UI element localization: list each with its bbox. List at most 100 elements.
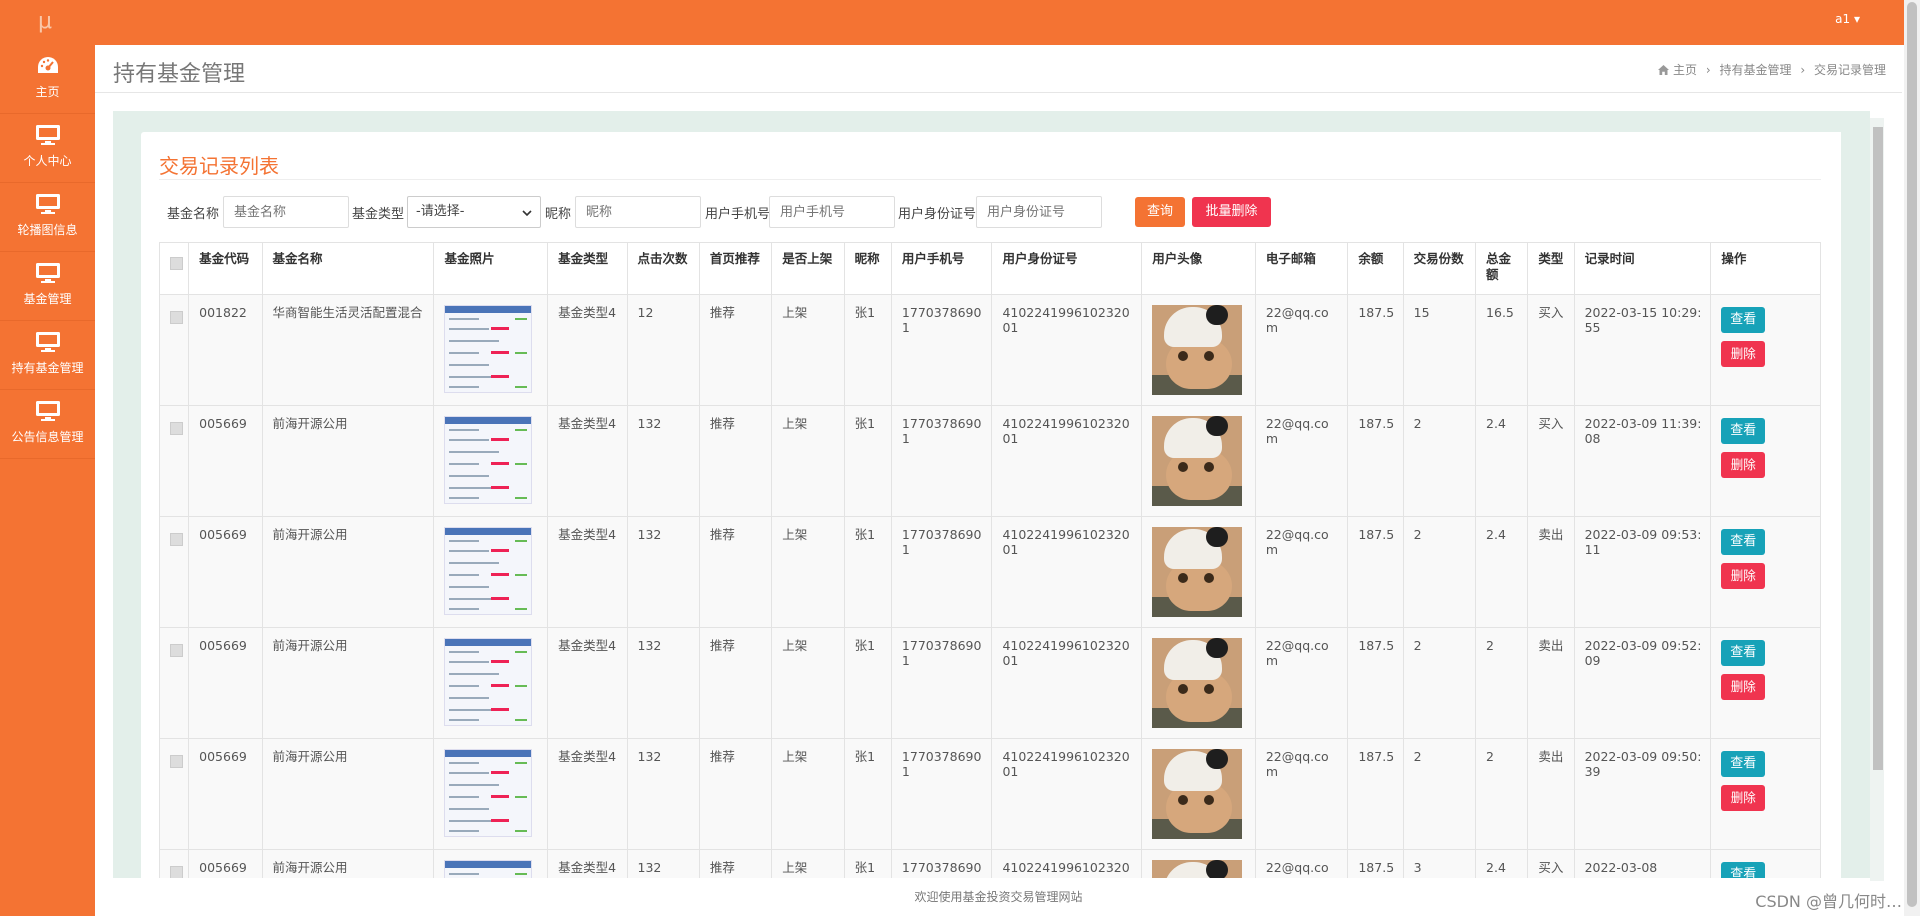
column-header: 点击次数 bbox=[626, 242, 700, 295]
nickname-cell: 张1 bbox=[843, 627, 892, 739]
click-count-cell: 12 bbox=[626, 294, 700, 406]
delete-button[interactable]: 删除 bbox=[1721, 785, 1766, 811]
trade-type-cell: 卖出 bbox=[1527, 738, 1575, 850]
onsale-cell: 上架 bbox=[771, 516, 845, 628]
table-row: 005669前海开源公用 基金类型4132推荐上架张117703786901410… bbox=[159, 516, 1821, 628]
total-cell: 2.4 bbox=[1475, 405, 1529, 517]
monitor-icon bbox=[0, 252, 95, 290]
breadcrumb: 主页 › 持有基金管理 › 交易记录管理 bbox=[1658, 61, 1886, 78]
breadcrumb-separator: › bbox=[1705, 63, 1711, 77]
view-button[interactable]: 查看 bbox=[1721, 640, 1766, 666]
row-checkbox[interactable] bbox=[170, 755, 183, 768]
fund-photo-cell bbox=[433, 405, 549, 517]
select-all-cell bbox=[159, 242, 190, 295]
total-cell: 16.5 bbox=[1475, 294, 1529, 406]
table-row: 005669前海开源公用 基金类型4132推荐上架张117703786901410… bbox=[159, 627, 1821, 739]
nickname-cell: 张1 bbox=[843, 294, 892, 406]
column-header: 基金代码 bbox=[188, 242, 263, 295]
fund-photo bbox=[444, 638, 533, 726]
recommend-cell: 推荐 bbox=[698, 627, 773, 739]
row-checkbox[interactable] bbox=[170, 422, 183, 435]
monitor-icon bbox=[0, 114, 95, 152]
column-header: 用户头像 bbox=[1141, 242, 1256, 295]
nickname-cell: 张1 bbox=[843, 405, 892, 517]
idcard-input[interactable] bbox=[976, 196, 1102, 228]
select-all-checkbox[interactable] bbox=[170, 257, 183, 270]
delete-button[interactable]: 删除 bbox=[1721, 674, 1766, 700]
phone-input[interactable] bbox=[769, 196, 895, 228]
fund-type-cell: 基金类型4 bbox=[547, 516, 628, 628]
view-button[interactable]: 查看 bbox=[1721, 529, 1766, 555]
delete-button[interactable]: 删除 bbox=[1721, 452, 1766, 478]
row-checkbox[interactable] bbox=[170, 644, 183, 657]
delete-button[interactable]: 删除 bbox=[1721, 341, 1766, 367]
list-title: 交易记录列表 bbox=[159, 154, 279, 178]
view-button[interactable]: 查看 bbox=[1721, 418, 1766, 444]
total-cell: 2 bbox=[1475, 738, 1529, 850]
batch-delete-button[interactable]: 批量删除 bbox=[1192, 197, 1271, 227]
fund-code-cell: 005669 bbox=[188, 738, 263, 850]
fund-name-cell: 前海开源公用 bbox=[261, 516, 435, 628]
trade-type-cell: 卖出 bbox=[1527, 516, 1575, 628]
inner-scrollbar-thumb[interactable] bbox=[1873, 127, 1883, 770]
page-scrollbar-thumb[interactable] bbox=[1907, 2, 1917, 907]
row-checkbox[interactable] bbox=[170, 533, 183, 546]
sidebar-item-label: 主页 bbox=[35, 85, 60, 99]
view-button[interactable]: 查看 bbox=[1721, 751, 1766, 777]
view-button[interactable]: 查看 bbox=[1721, 307, 1766, 333]
onsale-cell: 上架 bbox=[771, 627, 845, 739]
shares-cell: 2 bbox=[1402, 405, 1477, 517]
delete-button[interactable]: 删除 bbox=[1721, 563, 1766, 589]
idcard-cell: 410224199610232001 bbox=[991, 294, 1143, 406]
idcard-cell: 410224199610232001 bbox=[991, 738, 1143, 850]
breadcrumb-home[interactable]: 主页 bbox=[1673, 63, 1697, 77]
sidebar-item-label: 个人中心 bbox=[23, 154, 72, 168]
column-header: 操作 bbox=[1710, 242, 1821, 295]
fund-photo bbox=[444, 749, 533, 837]
row-select-cell bbox=[159, 516, 190, 628]
fund-name-input[interactable] bbox=[223, 196, 349, 228]
breadcrumb-level1[interactable]: 持有基金管理 bbox=[1720, 63, 1792, 77]
column-header: 余额 bbox=[1347, 242, 1404, 295]
balance-cell: 187.5 bbox=[1347, 738, 1404, 850]
avatar-cell bbox=[1141, 738, 1256, 850]
actions-cell: 查看删除 bbox=[1710, 516, 1821, 628]
nickname-label: 昵称 bbox=[545, 207, 572, 222]
fund-code-cell: 001822 bbox=[188, 294, 263, 406]
avatar-cell bbox=[1141, 516, 1256, 628]
trade-type-cell: 买入 bbox=[1527, 294, 1575, 406]
recommend-cell: 推荐 bbox=[698, 516, 773, 628]
column-header: 基金照片 bbox=[433, 242, 549, 295]
onsale-cell: 上架 bbox=[771, 294, 845, 406]
row-checkbox[interactable] bbox=[170, 311, 183, 324]
record-time-cell: 2022-03-09 09:52:09 bbox=[1573, 627, 1712, 739]
search-button[interactable]: 查询 bbox=[1135, 197, 1185, 227]
fund-code-cell: 005669 bbox=[188, 627, 263, 739]
avatar-cell bbox=[1141, 627, 1256, 739]
phone-label: 用户手机号 bbox=[705, 207, 771, 222]
sidebar-item-label: 持有基金管理 bbox=[11, 361, 84, 375]
column-header: 首页推荐 bbox=[698, 242, 773, 295]
table-row: 005669前海开源公用 基金类型4132推荐上架张117703786901410… bbox=[159, 738, 1821, 850]
user-menu[interactable]: a1 ▾ bbox=[1835, 12, 1860, 26]
user-avatar bbox=[1152, 749, 1243, 839]
nickname-input[interactable] bbox=[575, 196, 701, 228]
shares-cell: 15 bbox=[1402, 294, 1477, 406]
chevron-down-icon bbox=[522, 210, 532, 216]
sidebar-item-4[interactable]: 基金管理 bbox=[0, 252, 95, 321]
filter-row: 基金名称 基金类型 -请选择- 昵称 用户手机号 用户身份证号 查询 批量删除 bbox=[167, 196, 1827, 228]
column-header: 基金名称 bbox=[261, 242, 435, 295]
total-cell: 2.4 bbox=[1475, 516, 1529, 628]
fund-type-select[interactable]: -请选择- bbox=[407, 196, 541, 228]
nickname-cell: 张1 bbox=[843, 738, 892, 850]
sidebar-item-1[interactable]: 主页 bbox=[0, 45, 95, 114]
sidebar-item-5[interactable]: 持有基金管理 bbox=[0, 321, 95, 390]
recommend-cell: 推荐 bbox=[698, 405, 773, 517]
idcard-cell: 410224199610232001 bbox=[991, 627, 1143, 739]
sidebar-item-3[interactable]: 轮播图信息 bbox=[0, 183, 95, 252]
column-header: 记录时间 bbox=[1573, 242, 1712, 295]
record-time-cell: 2022-03-15 10:29:55 bbox=[1573, 294, 1712, 406]
sidebar-item-6[interactable]: 公告信息管理 bbox=[0, 390, 95, 459]
actions-cell: 查看删除 bbox=[1710, 627, 1821, 739]
sidebar-item-2[interactable]: 个人中心 bbox=[0, 114, 95, 183]
